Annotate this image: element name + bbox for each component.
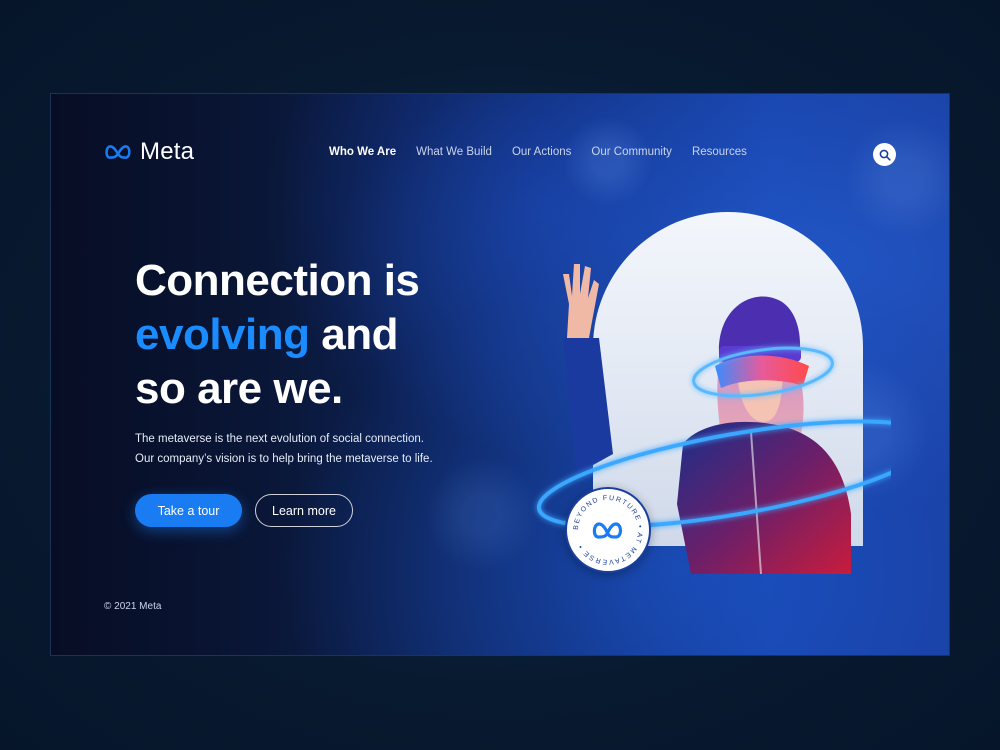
- headline-line-3: so are we.: [135, 364, 343, 413]
- description-line-1: The metaverse is the next evolution of s…: [135, 433, 424, 445]
- hero-description: The metaverse is the next evolution of s…: [135, 429, 465, 469]
- metaverse-badge: BEYOND FURTURE • AT METAVERSE •: [565, 487, 651, 573]
- brand-logo[interactable]: Meta: [104, 138, 194, 166]
- nav-item-who-we-are[interactable]: Who We Are: [329, 146, 396, 158]
- badge-ring: BEYOND FURTURE • AT METAVERSE •: [573, 495, 642, 565]
- search-button[interactable]: [873, 143, 896, 166]
- headline-line-2-rest: and: [309, 310, 398, 359]
- learn-more-button[interactable]: Learn more: [255, 494, 353, 527]
- main-nav: Who We Are What We Build Our Actions Our…: [329, 146, 747, 158]
- search-icon: [879, 149, 891, 161]
- nav-item-what-we-build[interactable]: What We Build: [416, 146, 492, 158]
- badge-meta-icon: [592, 522, 623, 539]
- hero-headline: Connection is evolving and so are we.: [135, 254, 495, 416]
- copyright-text: © 2021 Meta: [104, 601, 162, 612]
- nav-item-resources[interactable]: Resources: [692, 146, 747, 158]
- brand-name: Meta: [140, 138, 195, 165]
- headline-line-1: Connection is: [135, 256, 420, 305]
- headline-accent: evolving: [135, 310, 310, 359]
- landing-page: Meta Who We Are What We Build Our Action…: [51, 94, 949, 655]
- description-line-2: Our company’s vision is to help bring th…: [135, 453, 433, 465]
- nav-item-our-community[interactable]: Our Community: [591, 146, 672, 158]
- nav-item-our-actions[interactable]: Our Actions: [512, 146, 571, 158]
- take-a-tour-button[interactable]: Take a tour: [135, 494, 242, 527]
- meta-infinity-icon: [105, 145, 131, 159]
- hero-illustration: [536, 264, 891, 574]
